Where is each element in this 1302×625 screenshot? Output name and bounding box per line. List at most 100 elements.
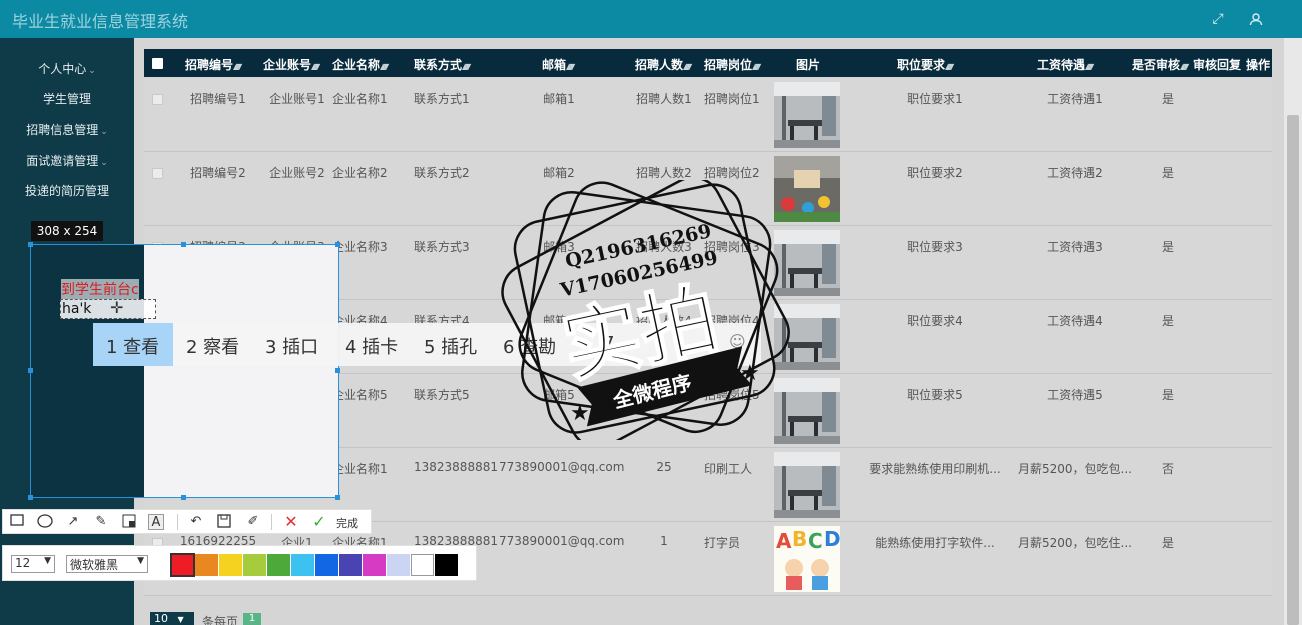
color-swatch[interactable] <box>170 553 195 577</box>
cell-email: 邮箱1 <box>543 92 575 106</box>
resize-handle[interactable] <box>181 495 186 500</box>
row-image[interactable] <box>774 82 840 148</box>
cell-audited: 是 <box>1161 388 1174 402</box>
color-swatch[interactable] <box>315 554 338 576</box>
resize-handle[interactable] <box>28 368 33 373</box>
star-icon: ★ <box>740 361 760 386</box>
sort-icon[interactable]: ▲▼ <box>683 62 692 71</box>
ime-candidate[interactable]: 3 插口 <box>252 333 318 359</box>
column-header[interactable]: 招聘编号▲▼ <box>185 56 242 73</box>
sort-icon[interactable]: ▲▼ <box>380 62 389 71</box>
undo-icon[interactable]: ↶ <box>188 514 204 530</box>
column-header[interactable]: 邮箱▲▼ <box>542 56 575 73</box>
scrollbar-thumb[interactable] <box>1287 115 1299 625</box>
resize-handle[interactable] <box>28 242 33 247</box>
sidebar-item[interactable]: 投递的简历管理 <box>0 181 134 201</box>
select-all-checkbox[interactable] <box>152 58 163 69</box>
rectangle-tool-icon[interactable] <box>9 514 25 530</box>
font-size-select[interactable]: 12 ▼ <box>11 555 55 573</box>
sort-icon[interactable]: ▲▼ <box>233 62 242 71</box>
cell-salary: 工资待遇5 <box>1047 388 1103 402</box>
column-header[interactable]: 职位要求▲▼ <box>897 56 954 73</box>
color-swatch[interactable] <box>435 554 458 576</box>
done-button[interactable]: 完成 <box>336 515 358 531</box>
cell-contact: 13823888881 <box>414 460 498 474</box>
pen-tool-icon[interactable]: ✎ <box>93 514 109 530</box>
svg-text:D: D <box>824 527 840 551</box>
color-swatch[interactable] <box>243 554 266 576</box>
text-tool-icon[interactable]: A <box>148 514 164 530</box>
watermark-stamp: Q2196316269 V17060256499 实拍 全微程序 ★ ★ <box>501 180 790 440</box>
color-swatch[interactable] <box>411 554 434 576</box>
sidebar-item[interactable]: 招聘信息管理 ⌄ <box>0 120 134 140</box>
sidebar-item[interactable]: 学生管理 <box>0 89 134 109</box>
ellipse-tool-icon[interactable] <box>37 514 53 530</box>
font-family-select[interactable]: 微软雅黑 ▼ <box>66 555 148 573</box>
color-swatch[interactable] <box>291 554 314 576</box>
color-swatch[interactable] <box>339 554 362 576</box>
column-header-label: 招聘岗位 <box>704 58 753 72</box>
resize-handle[interactable] <box>335 242 340 247</box>
column-header[interactable]: 招聘岗位▲▼ <box>704 56 761 73</box>
sort-icon[interactable]: ▲▼ <box>311 62 320 71</box>
user-icon[interactable] <box>1245 8 1267 30</box>
edit-icon[interactable]: ✐ <box>245 514 261 530</box>
color-swatch[interactable] <box>387 554 410 576</box>
table-row: 招聘编号1 企业账号1 企业名称1 联系方式1 邮箱1 招聘人数1 招聘岗位1 职位要求1 工资… <box>144 78 1272 152</box>
chevron-down-icon: ⌄ <box>88 66 96 76</box>
column-header[interactable]: 操作 <box>1246 56 1270 73</box>
confirm-icon[interactable]: ✓ <box>311 514 327 530</box>
sort-icon[interactable]: ▲▼ <box>566 62 575 71</box>
cell-contact: 联系方式1 <box>414 92 470 106</box>
column-header[interactable]: 联系方式▲▼ <box>414 56 471 73</box>
column-header[interactable]: 企业名称▲▼ <box>332 56 389 73</box>
resize-handle[interactable] <box>335 495 340 500</box>
sort-icon[interactable]: ▲▼ <box>945 62 954 71</box>
cell-audited: 是 <box>1161 240 1174 254</box>
cell-contact: 联系方式3 <box>414 240 470 254</box>
sort-icon[interactable]: ▲▼ <box>1085 62 1094 71</box>
save-icon[interactable] <box>216 514 232 530</box>
sort-icon[interactable]: ▲▼ <box>462 62 471 71</box>
sidebar-item[interactable]: 面试邀请管理 ⌄ <box>0 151 134 171</box>
row-image[interactable] <box>774 452 840 518</box>
cancel-icon[interactable]: ✕ <box>283 514 299 530</box>
cell-account: 企业账号1 <box>269 92 325 106</box>
arrow-tool-icon[interactable]: ↗ <box>65 514 81 530</box>
ime-candidate[interactable]: 5 插孔 <box>411 333 477 359</box>
color-swatch[interactable] <box>219 554 242 576</box>
column-header[interactable]: 工资待遇▲▼ <box>1037 56 1094 73</box>
sort-icon[interactable]: ▲▼ <box>752 62 761 71</box>
row-checkbox[interactable] <box>152 94 163 105</box>
sidebar-item[interactable]: 个人中心 ⌄ <box>0 59 134 79</box>
color-swatch[interactable] <box>363 554 386 576</box>
mosaic-tool-icon[interactable] <box>121 514 137 530</box>
column-header-label: 操作 <box>1246 58 1271 72</box>
page-size-select[interactable]: 10 ▼ <box>150 612 194 625</box>
column-header[interactable]: 审核回复 <box>1193 56 1241 73</box>
cell-salary: 月薪5200，包吃住... <box>1018 536 1132 550</box>
cell-req: 职位要求4 <box>907 314 963 328</box>
color-swatch[interactable] <box>267 554 290 576</box>
column-header-label: 企业名称 <box>332 58 381 72</box>
resize-handle[interactable] <box>28 495 33 500</box>
ime-candidate[interactable]: 1 查看 <box>93 323 173 366</box>
fullscreen-icon[interactable]: ⤢ <box>1207 8 1229 30</box>
column-header[interactable]: 招聘人数▲▼ <box>635 56 692 73</box>
chevron-down-icon: ⌄ <box>100 158 108 168</box>
column-header[interactable]: 图片 <box>796 56 820 73</box>
resize-handle[interactable] <box>335 368 340 373</box>
cell-audited: 是 <box>1161 536 1174 550</box>
ime-candidate[interactable]: 4 插卡 <box>332 333 398 359</box>
resize-handle[interactable] <box>181 242 186 247</box>
sort-icon[interactable]: ▲▼ <box>1180 62 1189 71</box>
column-header[interactable]: 是否审核▲▼ <box>1132 56 1189 73</box>
row-image[interactable]: ABCD <box>774 526 841 592</box>
cell-req: 职位要求2 <box>907 166 963 180</box>
chevron-down-icon: ▼ <box>44 556 51 566</box>
ime-candidate[interactable]: 2 察看 <box>173 333 239 359</box>
color-swatch[interactable] <box>195 554 218 576</box>
annotation-text-input[interactable]: ha'k <box>60 299 156 319</box>
column-header[interactable]: 企业账号▲▼ <box>263 56 320 73</box>
row-checkbox[interactable] <box>152 168 163 179</box>
